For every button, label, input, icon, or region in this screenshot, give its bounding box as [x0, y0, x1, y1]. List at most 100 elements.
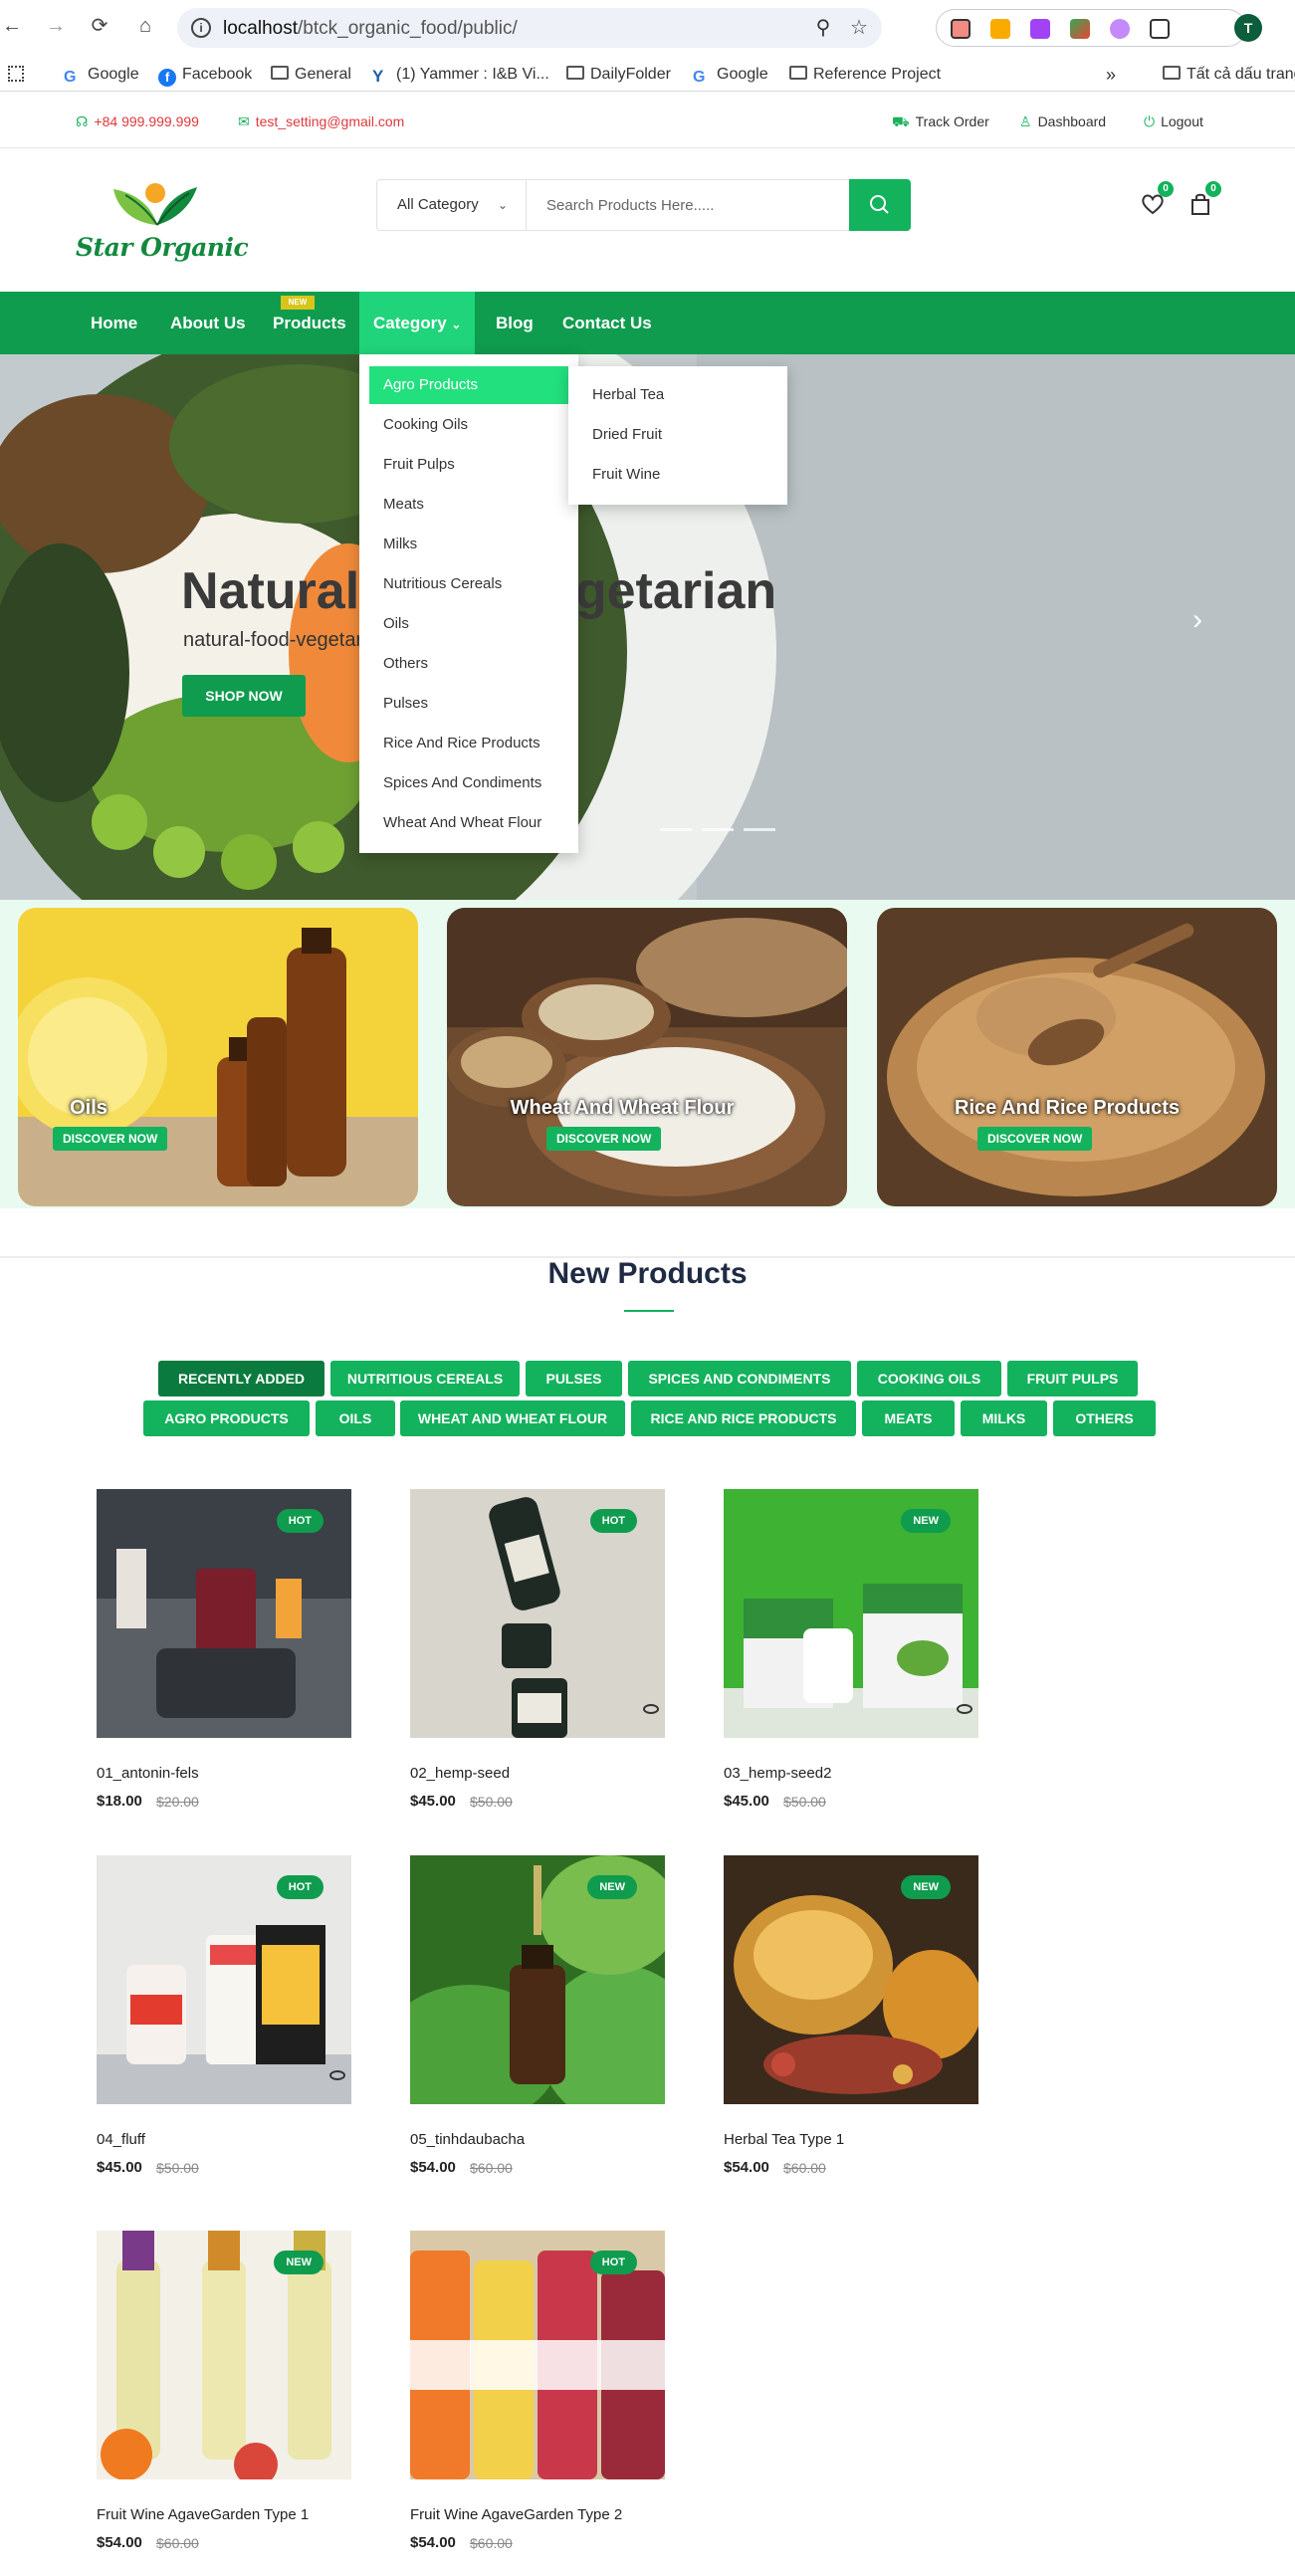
filter-tab-cooking-oils[interactable]: COOKING OILS	[857, 1361, 1001, 1396]
product-name[interactable]: 02_hemp-seed	[410, 1765, 510, 1782]
bookmark-reference-project[interactable]: Reference Project	[789, 64, 941, 86]
extension-5-icon[interactable]	[1110, 19, 1130, 39]
nav-blog[interactable]: Blog	[496, 292, 534, 354]
extension-1-icon[interactable]	[951, 19, 971, 39]
product-image[interactable]: NEW	[724, 1489, 978, 1738]
category-menu-item[interactable]: Agro Products	[369, 366, 568, 404]
filter-tab-agro-products[interactable]: AGRO PRODUCTS	[143, 1400, 310, 1436]
category-menu-item[interactable]: Meats	[383, 496, 424, 513]
product-image[interactable]: HOT	[410, 2231, 665, 2479]
category-menu-item[interactable]: Nutritious Cereals	[383, 575, 502, 592]
discover-now-button[interactable]: DISCOVER NOW	[977, 1127, 1093, 1151]
bookmark-google[interactable]: G Google	[64, 64, 139, 86]
quick-view-eye-icon[interactable]	[957, 1704, 972, 1714]
nav-about-us[interactable]: About Us	[170, 292, 246, 354]
product-name[interactable]: 04_fluff	[97, 2131, 145, 2148]
category-menu-item[interactable]: Milks	[383, 536, 417, 552]
category-menu-item[interactable]: Spices And Condiments	[383, 774, 541, 791]
product-image[interactable]: HOT	[97, 1489, 351, 1738]
profile-avatar[interactable]: T	[1234, 14, 1262, 42]
discover-now-button[interactable]: DISCOVER NOW	[546, 1127, 662, 1151]
filter-tab-recently-added[interactable]: RECENTLY ADDED	[158, 1361, 324, 1396]
track-order-link[interactable]: ⛟ Track Order	[892, 112, 989, 130]
quick-view-eye-icon[interactable]	[643, 1704, 659, 1714]
extension-4-icon[interactable]	[1070, 19, 1090, 39]
filter-tab-meats[interactable]: MEATS	[862, 1400, 955, 1436]
product-image[interactable]: HOT	[410, 1489, 665, 1738]
product-name[interactable]: Herbal Tea Type 1	[724, 2131, 844, 2148]
shop-now-button[interactable]: SHOP NOW	[182, 675, 306, 717]
nav-contact-us[interactable]: Contact Us	[562, 292, 652, 354]
extension-2-icon[interactable]	[990, 19, 1010, 39]
filter-tab-milks[interactable]: MILKS	[961, 1400, 1047, 1436]
category-banner-rice[interactable]: Rice And Rice Products DISCOVER NOW	[877, 908, 1277, 1206]
submenu-item[interactable]: Herbal Tea	[592, 386, 664, 403]
wishlist-button[interactable]: 0	[1138, 181, 1174, 219]
cart-button[interactable]: 0	[1186, 181, 1221, 219]
filter-tab-pulses[interactable]: PULSES	[526, 1361, 622, 1396]
product-name[interactable]: 03_hemp-seed2	[724, 1765, 831, 1782]
next-slide-arrow-icon[interactable]: ›	[1192, 603, 1202, 637]
search-button[interactable]	[849, 179, 911, 231]
nav-category[interactable]: Category ⌄	[359, 292, 476, 354]
back-icon[interactable]: ←	[0, 14, 24, 38]
bookmark-google-2[interactable]: G Google	[693, 64, 768, 86]
filter-tab-oils[interactable]: OILS	[316, 1400, 395, 1436]
slider-dot[interactable]	[702, 828, 734, 831]
quick-view-eye-icon[interactable]	[329, 2070, 345, 2080]
bookmark-facebook[interactable]: f Facebook	[158, 64, 252, 87]
product-image[interactable]: NEW	[410, 1855, 665, 2104]
site-logo[interactable]: Star Organic	[74, 179, 249, 269]
more-bookmarks-chevron-icon[interactable]: »	[1106, 64, 1116, 86]
email-contact[interactable]: ✉ test_setting@gmail.com	[238, 112, 404, 130]
category-menu-item[interactable]: Pulses	[383, 695, 428, 712]
category-menu-item[interactable]: Wheat And Wheat Flour	[383, 814, 541, 831]
nav-products[interactable]: NEW Products	[273, 292, 346, 354]
filter-tab-rice-and-rice-products[interactable]: RICE AND RICE PRODUCTS	[631, 1400, 856, 1436]
product-image[interactable]: NEW	[724, 1855, 978, 2104]
address-bar[interactable]: i localhost/btck_organic_food/public/ ⚲ …	[177, 8, 882, 48]
filter-tab-spices-and-condiments[interactable]: SPICES AND CONDIMENTS	[628, 1361, 851, 1396]
zoom-icon[interactable]: ⚲	[812, 17, 834, 39]
logout-link[interactable]: ⏻ Logout	[1144, 112, 1203, 130]
category-banner-oils[interactable]: Oils DISCOVER NOW	[18, 908, 418, 1206]
forward-icon[interactable]: →	[44, 14, 68, 38]
product-name[interactable]: 05_tinhdaubacha	[410, 2131, 525, 2148]
home-icon[interactable]: ⌂	[133, 14, 157, 38]
product-name[interactable]: Fruit Wine AgaveGarden Type 2	[410, 2506, 622, 2523]
category-menu-item[interactable]: Rice And Rice Products	[383, 735, 540, 751]
submenu-item[interactable]: Dried Fruit	[592, 426, 662, 443]
filter-tab-nutritious-cereals[interactable]: NUTRITIOUS CEREALS	[330, 1361, 520, 1396]
bookmark-general[interactable]: General	[271, 64, 351, 86]
category-menu-item[interactable]: Oils	[383, 615, 409, 632]
bookmark-all[interactable]: Tất cả dấu trang	[1163, 64, 1295, 86]
nav-home[interactable]: Home	[91, 292, 137, 354]
site-info-icon[interactable]: i	[191, 18, 211, 38]
filter-tab-others[interactable]: OTHERS	[1053, 1400, 1156, 1436]
product-name[interactable]: 01_antonin-fels	[97, 1765, 199, 1782]
bookmark-star-icon[interactable]: ☆	[848, 17, 870, 39]
reload-icon[interactable]: ⟳	[88, 14, 111, 38]
search-input[interactable]	[527, 180, 855, 230]
discover-now-button[interactable]: DISCOVER NOW	[53, 1127, 168, 1151]
extensions-puzzle-icon[interactable]	[1150, 19, 1170, 39]
slider-dot[interactable]	[660, 828, 692, 831]
category-select[interactable]: All Category ⌄	[377, 180, 527, 230]
bookmark-dailyfolder[interactable]: DailyFolder	[566, 64, 671, 86]
submenu-item[interactable]: Fruit Wine	[592, 466, 660, 483]
filter-tab-fruit-pulps[interactable]: FRUIT PULPS	[1007, 1361, 1138, 1396]
phone-contact[interactable]: ☊ +84 999.999.999	[76, 112, 199, 130]
slider-dot[interactable]	[744, 828, 775, 831]
dashboard-link[interactable]: ♙ Dashboard	[1019, 112, 1106, 130]
product-image[interactable]: NEW	[97, 2231, 351, 2479]
filter-tab-wheat-and-wheat-flour[interactable]: WHEAT AND WHEAT FLOUR	[400, 1400, 625, 1436]
product-image[interactable]: HOT	[97, 1855, 351, 2104]
apps-grid-icon[interactable]	[8, 66, 24, 82]
category-banner-wheat[interactable]: Wheat And Wheat Flour DISCOVER NOW	[447, 908, 847, 1206]
category-menu-item[interactable]: Fruit Pulps	[383, 456, 455, 473]
product-name[interactable]: Fruit Wine AgaveGarden Type 1	[97, 2506, 309, 2523]
url-text[interactable]: localhost/btck_organic_food/public/	[223, 18, 518, 40]
bookmark-yammer[interactable]: Y (1) Yammer : I&B Vi...	[372, 64, 549, 86]
category-menu-item[interactable]: Others	[383, 655, 428, 672]
extension-3-icon[interactable]	[1030, 19, 1050, 39]
